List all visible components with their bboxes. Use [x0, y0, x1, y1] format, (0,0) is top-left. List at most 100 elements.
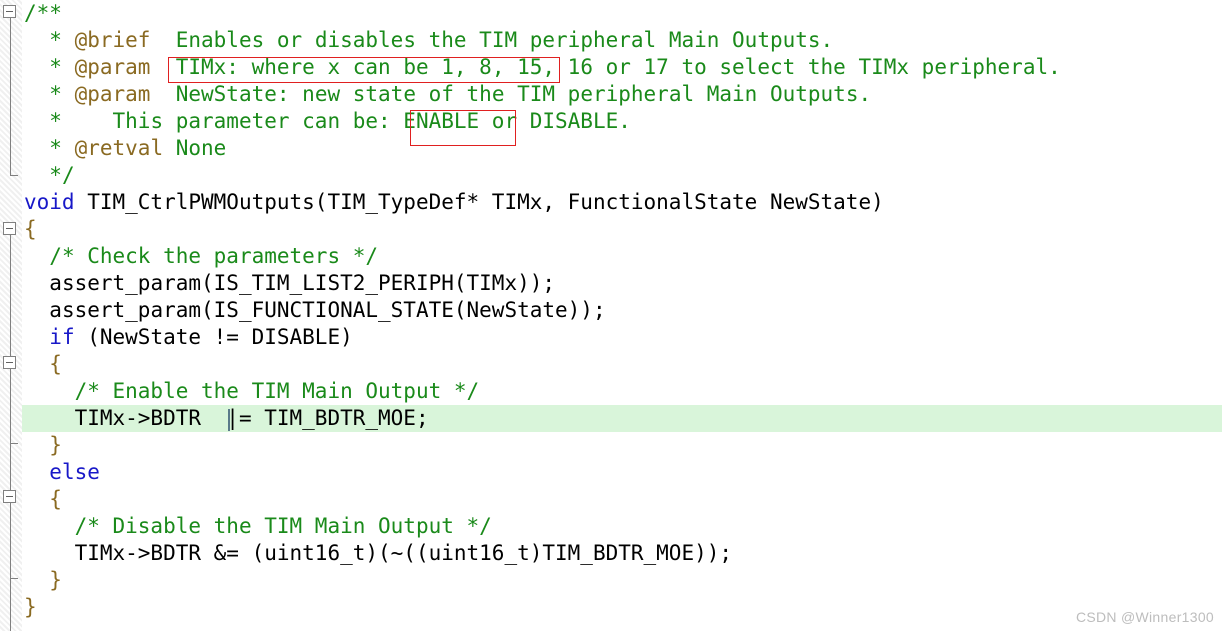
- code-line-text: /**: [22, 0, 62, 27]
- code-line[interactable]: * @retval None: [22, 135, 1222, 162]
- code-line[interactable]: }: [22, 432, 1222, 459]
- code-line-text: /* Disable the TIM Main Output */: [22, 513, 492, 540]
- code-token-plain: TIMx->BDTR |= TIM_BDTR_MOE;: [74, 406, 429, 430]
- fold-toggle-doc-comment[interactable]: [3, 5, 16, 18]
- code-line-text: else: [22, 459, 100, 486]
- code-token-plain: (NewState != DISABLE): [74, 325, 353, 349]
- code-line[interactable]: /* Disable the TIM Main Output */: [22, 513, 1222, 540]
- code-token-brace: }: [49, 568, 62, 592]
- code-line-text: */: [22, 162, 75, 189]
- code-line-text: assert_param(IS_FUNCTIONAL_STATE(NewStat…: [22, 297, 606, 324]
- code-token-plain: TIMx->BDTR &= (uint16_t)(~((uint16_t)TIM…: [74, 541, 733, 565]
- code-line[interactable]: * @brief Enables or disables the TIM per…: [22, 27, 1222, 54]
- code-token-brace: {: [49, 352, 62, 376]
- code-line[interactable]: * @param TIMx: where x can be 1, 8, 15, …: [22, 54, 1222, 81]
- code-token-cmt: Enables or disables the TIM peripheral M…: [150, 28, 834, 52]
- code-line-text: }: [22, 567, 62, 594]
- code-token-doctag: @brief: [74, 28, 151, 52]
- code-content[interactable]: /** * @brief Enables or disables the TIM…: [22, 0, 1222, 631]
- fold-bracket-end: [10, 175, 18, 176]
- fold-bracket-line: [10, 595, 11, 631]
- code-line-text: * @retval None: [22, 135, 226, 162]
- code-line[interactable]: }: [22, 594, 1222, 621]
- code-line[interactable]: /* Check the parameters */: [22, 243, 1222, 270]
- code-line-text: void TIM_CtrlPWMOutputs(TIM_TypeDef* TIM…: [22, 189, 884, 216]
- fold-gutter[interactable]: [0, 0, 22, 631]
- code-line-text: }: [22, 594, 37, 621]
- code-token-cmt: *: [49, 55, 75, 79]
- code-line-text: {: [22, 216, 37, 243]
- code-line-text: TIMx->BDTR |= TIM_BDTR_MOE;: [22, 405, 429, 432]
- code-line[interactable]: else: [22, 459, 1222, 486]
- code-token-doctag: @param: [74, 55, 151, 79]
- code-line-text: * @brief Enables or disables the TIM per…: [22, 27, 833, 54]
- code-token-brace: }: [49, 433, 62, 457]
- code-token-cmt: /**: [24, 1, 62, 25]
- fold-toggle-else-block[interactable]: [3, 490, 16, 503]
- code-line[interactable]: TIMx->BDTR &= (uint16_t)(~((uint16_t)TIM…: [22, 540, 1222, 567]
- code-token-brace: {: [24, 217, 37, 241]
- code-token-brace: }: [24, 595, 37, 619]
- code-line[interactable]: */: [22, 162, 1222, 189]
- code-token-kw: if: [49, 325, 75, 349]
- fold-toggle-function-body[interactable]: [3, 222, 16, 235]
- code-line-text: * @param NewState: new state of the TIM …: [22, 81, 871, 108]
- code-token-cmt: * This parameter can be: ENABLE or DISAB…: [49, 109, 631, 133]
- fold-bracket-line: [10, 235, 11, 595]
- watermark: CSDN @Winner1300: [1075, 609, 1214, 625]
- code-line[interactable]: assert_param(IS_TIM_LIST2_PERIPH(TIMx));: [22, 270, 1222, 297]
- code-line[interactable]: assert_param(IS_FUNCTIONAL_STATE(NewStat…: [22, 297, 1222, 324]
- fold-bracket-end: [10, 578, 18, 579]
- code-line-text: TIMx->BDTR &= (uint16_t)(~((uint16_t)TIM…: [22, 540, 732, 567]
- code-line[interactable]: * @param NewState: new state of the TIM …: [22, 81, 1222, 108]
- code-line[interactable]: /* Enable the TIM Main Output */: [22, 378, 1222, 405]
- code-token-kw: else: [49, 460, 100, 484]
- code-line[interactable]: void TIM_CtrlPWMOutputs(TIM_TypeDef* TIM…: [22, 189, 1222, 216]
- code-line[interactable]: {: [22, 216, 1222, 243]
- code-token-cmt: *: [49, 28, 75, 52]
- code-token-plain: TIM_CtrlPWMOutputs(TIM_TypeDef* TIMx, Fu…: [74, 190, 884, 214]
- code-line[interactable]: if (NewState != DISABLE): [22, 324, 1222, 351]
- code-token-cmt: *: [49, 136, 75, 160]
- code-token-cmt: /* Enable the TIM Main Output */: [74, 379, 480, 403]
- code-token-doctag: @param: [74, 82, 151, 106]
- code-line-text: assert_param(IS_TIM_LIST2_PERIPH(TIMx));: [22, 270, 555, 297]
- code-line[interactable]: TIMx->BDTR |= TIM_BDTR_MOE;: [22, 405, 1222, 432]
- code-line[interactable]: }: [22, 567, 1222, 594]
- code-editor[interactable]: /** * @brief Enables or disables the TIM…: [0, 0, 1222, 631]
- code-token-cmt: /* Disable the TIM Main Output */: [74, 514, 492, 538]
- code-token-plain: assert_param(IS_FUNCTIONAL_STATE(NewStat…: [49, 298, 606, 322]
- code-token-kw: void: [24, 190, 75, 214]
- code-line[interactable]: {: [22, 486, 1222, 513]
- fold-toggle-if-block[interactable]: [3, 356, 16, 369]
- code-line-text: if (NewState != DISABLE): [22, 324, 353, 351]
- code-line[interactable]: * This parameter can be: ENABLE or DISAB…: [22, 108, 1222, 135]
- code-line-text: * This parameter can be: ENABLE or DISAB…: [22, 108, 631, 135]
- code-line[interactable]: /**: [22, 0, 1222, 27]
- code-line[interactable]: {: [22, 351, 1222, 378]
- code-token-cmt: */: [49, 163, 75, 187]
- code-token-cmt: *: [49, 82, 75, 106]
- code-token-brace: {: [49, 487, 62, 511]
- code-token-cmt: TIMx: where x can be 1, 8, 15, 16 or 17 …: [150, 55, 1061, 79]
- fold-bracket-end: [10, 443, 18, 444]
- code-line-text: }: [22, 432, 62, 459]
- code-line-text: /* Check the parameters */: [22, 243, 378, 270]
- code-line-text: * @param TIMx: where x can be 1, 8, 15, …: [22, 54, 1061, 81]
